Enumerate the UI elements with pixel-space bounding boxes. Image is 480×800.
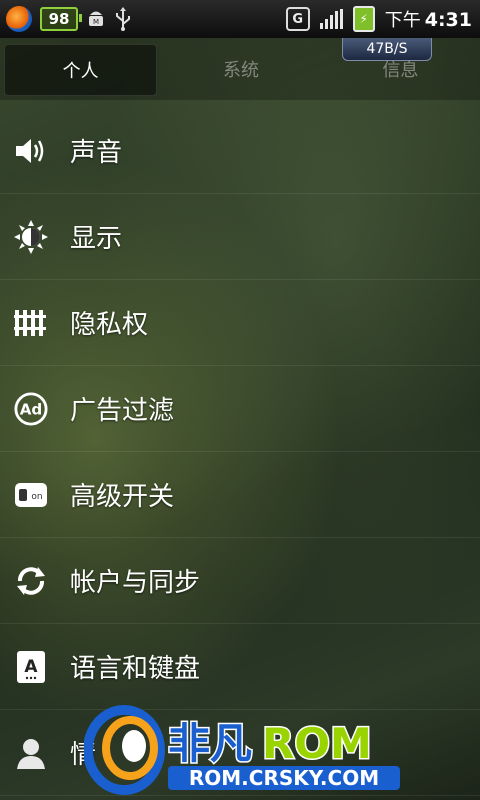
watermark-brand-en: ROM xyxy=(262,719,372,768)
usb-icon xyxy=(114,7,132,31)
watermark-swirl-icon xyxy=(83,705,165,795)
keyboard-icon: A xyxy=(14,650,48,684)
svg-text:Ad: Ad xyxy=(20,400,43,418)
toggle-icon: on xyxy=(14,478,48,512)
svg-text:M: M xyxy=(93,18,99,26)
settings-item-label: 高级开关 xyxy=(70,482,175,512)
signal-icon xyxy=(319,9,343,29)
app-logo-icon xyxy=(6,6,32,32)
net-speed: 47B/S xyxy=(366,41,408,57)
svg-text:on: on xyxy=(31,492,42,502)
settings-item-label: 帐户与同步 xyxy=(70,568,201,598)
settings-item-privacy[interactable]: 隐私权 xyxy=(0,280,480,366)
watermark-brand-cn: 非凡 xyxy=(168,719,252,768)
tab-personal[interactable]: 个人 xyxy=(4,44,158,96)
tab-label: 个人 xyxy=(62,61,99,82)
network-type-icon: G xyxy=(285,7,310,31)
network-type: G xyxy=(292,11,304,27)
sync-icon xyxy=(14,564,48,598)
clock: 下午 4:31 xyxy=(385,6,472,32)
status-bar: 98 M G ⚡ 下午 4:31 xyxy=(0,0,480,38)
tab-system[interactable]: 系统 xyxy=(161,38,320,100)
svg-text:A: A xyxy=(24,657,38,677)
brightness-icon xyxy=(14,219,48,254)
settings-item-ad-filter[interactable]: Ad 广告过滤 xyxy=(0,366,480,452)
battery-level-badge: 98 xyxy=(40,7,82,31)
settings-item-label: 隐私权 xyxy=(70,310,149,340)
settings-item-sound[interactable]: 声音 xyxy=(0,108,480,194)
settings-item-advanced-switch[interactable]: on 高级开关 xyxy=(0,452,480,538)
settings-item-display[interactable]: 显示 xyxy=(0,194,480,280)
android-debug-icon: M xyxy=(86,8,106,30)
settings-list: 声音 显示 隐私权 Ad 广告过滤 on 高级开关 帐户与同步 A 语言和键盘 … xyxy=(0,108,480,796)
tab-label: 系统 xyxy=(223,60,260,81)
watermark-url: ROM.CRSKY.COM xyxy=(189,766,379,790)
watermark-logo: 非凡 ROM ROM.CRSKY.COM xyxy=(83,700,404,796)
net-speed-badge: 47B/S xyxy=(342,38,432,61)
ad-filter-icon: Ad xyxy=(14,391,48,426)
settings-item-label: 显示 xyxy=(70,224,123,254)
settings-item-language-keyboard[interactable]: A 语言和键盘 xyxy=(0,624,480,710)
time-period: 下午 xyxy=(384,10,421,31)
speaker-icon xyxy=(14,134,48,168)
battery-level: 98 xyxy=(48,10,70,28)
settings-item-label: 语言和键盘 xyxy=(70,654,201,684)
charging-icon: ⚡ xyxy=(352,6,375,32)
privacy-icon xyxy=(14,306,48,340)
settings-item-accounts-sync[interactable]: 帐户与同步 xyxy=(0,538,480,624)
settings-item-label: 广告过滤 xyxy=(70,396,175,426)
time: 4:31 xyxy=(424,9,472,31)
person-icon xyxy=(14,736,48,770)
settings-item-label: 声音 xyxy=(70,138,123,168)
